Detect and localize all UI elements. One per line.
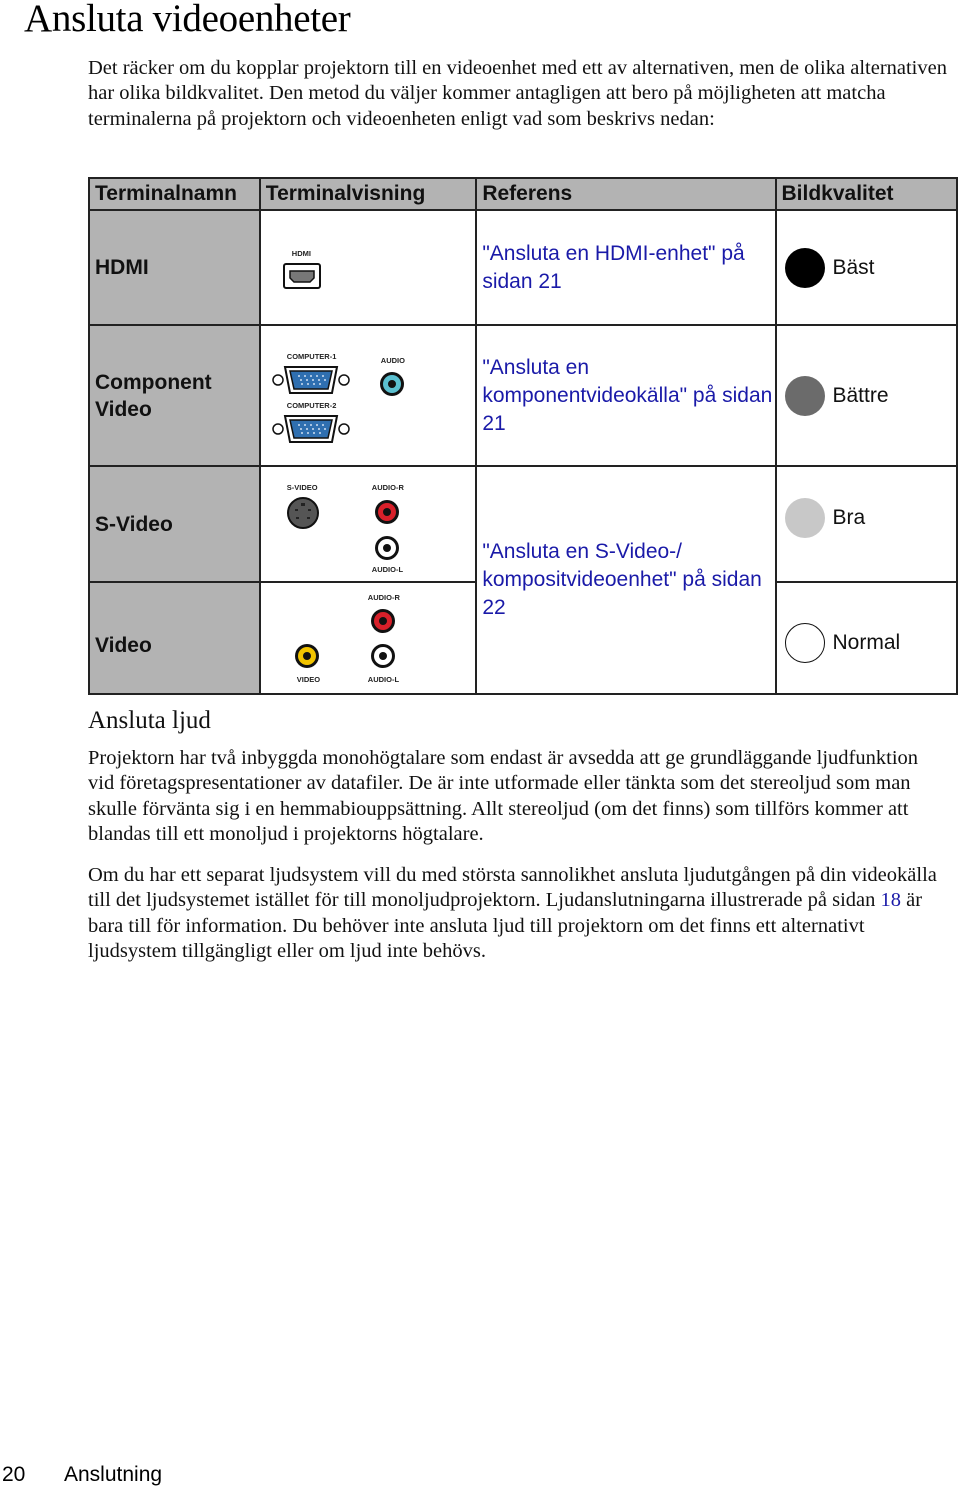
table-row: HDMI HDMI "Ansluta en HDMI-enhet" på sid… [88, 209, 958, 326]
terminal-view: S-VIDEO AUDIO-R AUDIO-L [258, 465, 478, 583]
paragraph-text: Om du har ett separat ljudsystem vill du… [88, 864, 937, 912]
port-label: AUDIO-L [371, 565, 404, 574]
port-label: AUDIO [380, 356, 405, 365]
port-label: S-VIDEO [286, 483, 318, 492]
vga-port-icon [272, 366, 350, 394]
quality-label: Bra [832, 506, 866, 529]
quality-good-icon [784, 498, 825, 538]
terminal-view: COMPUTER-1 COMPUTER-2 AUDIO [258, 324, 478, 467]
video-jack-icon [294, 644, 319, 668]
audio-jack-icon [379, 372, 404, 396]
port-label: AUDIO-R [371, 483, 404, 492]
page-title: Ansluta videoenheter [24, 0, 351, 40]
reference-link[interactable]: "Ansluta en HDMI-enhet" på sidan 21 [475, 209, 777, 326]
table-header-row: Terminalnamn Terminalvisning Referens Bi… [88, 177, 958, 211]
port-label: AUDIO-L [367, 675, 400, 684]
quality-cell: Normal [774, 581, 958, 695]
header-terminal-name: Terminalnamn [88, 177, 261, 211]
audio-l-jack-icon [374, 536, 399, 560]
quality-label: Bäst [832, 255, 875, 279]
quality-normal-icon [784, 623, 825, 663]
audio-paragraph-1: Projektorn har två inbyggda monohögtalar… [88, 747, 919, 845]
page-link[interactable]: 18 [881, 889, 902, 911]
reference-link[interactable]: "Ansluta en komponentvideokälla" på sida… [475, 324, 777, 467]
quality-better-icon [784, 375, 825, 416]
terminal-name: S-Video [88, 465, 261, 583]
quality-label: Bättre [832, 383, 889, 407]
table-row: S-Video S-VIDEO AUDIO-R AUDIO-L "Ansluta… [88, 465, 958, 695]
quality-label: Normal [832, 631, 901, 654]
terminal-view: HDMI [258, 209, 478, 326]
port-label: VIDEO [296, 675, 321, 684]
port-label: HDMI [291, 249, 311, 258]
connection-table: Terminalnamn Terminalvisning Referens Bi… [88, 177, 958, 695]
terminal-name: HDMI [88, 209, 261, 326]
quality-cell: Bättre [774, 324, 958, 467]
terminal-name: Video [88, 581, 261, 695]
audio-paragraph-2: Om du har ett separat ljudsystem vill du… [88, 863, 948, 964]
vga-port-icon [272, 415, 350, 443]
port-label: AUDIO-R [367, 593, 400, 602]
footer-section-title: Anslutning [64, 1463, 163, 1486]
audio-r-jack-icon [370, 609, 395, 633]
page-number: 20 [2, 1463, 26, 1486]
header-terminal-view: Terminalvisning [258, 177, 478, 211]
s-video-port-icon [286, 497, 319, 529]
hdmi-port-icon [282, 263, 321, 289]
audio-r-jack-icon [374, 500, 399, 524]
quality-best-icon [784, 247, 825, 288]
port-label: COMPUTER-2 [286, 401, 337, 410]
terminal-name: Component Video [88, 324, 261, 467]
terminal-view: AUDIO-R VIDEO AUDIO-L [258, 581, 478, 695]
header-reference: Referens [475, 177, 777, 211]
quality-cell: Bra [774, 465, 958, 583]
intro-paragraph: Det räcker om du kopplar projektorn till… [88, 57, 947, 130]
audio-l-jack-icon [370, 644, 395, 668]
table-row: Component Video COMPUTER-1 COMPUTER-2 AU… [88, 324, 958, 467]
reference-link[interactable]: "Ansluta en S-Video-/ kompositvideoenhet… [475, 465, 777, 695]
header-quality: Bildkvalitet [774, 177, 958, 211]
section-heading-audio: Ansluta ljud [88, 707, 211, 734]
quality-cell: Bäst [774, 209, 958, 326]
port-label: COMPUTER-1 [286, 352, 337, 361]
